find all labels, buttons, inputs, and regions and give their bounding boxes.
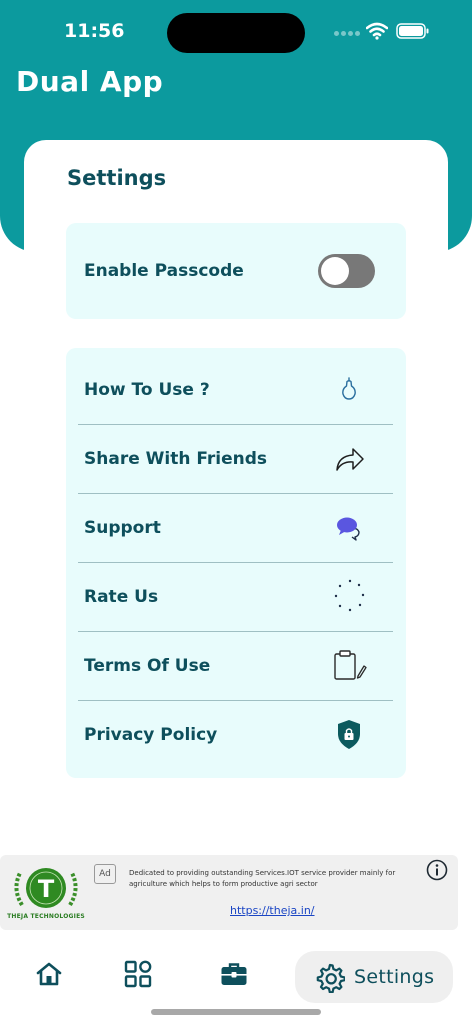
menu-item-how-to-use[interactable]: How To Use ? [78, 356, 393, 425]
gear-icon [316, 963, 345, 993]
chat-bubble-icon [337, 517, 360, 541]
toggle-knob [321, 257, 349, 285]
menu-item-label: Terms Of Use [84, 656, 211, 676]
menu-item-support[interactable]: Support [78, 494, 393, 563]
settings-card: Settings Enable Passcode How To Use ? Sh… [24, 140, 448, 830]
loading-spinner-icon [334, 579, 365, 612]
ad-description: Dedicated to providing outstanding Servi… [129, 869, 396, 888]
menu-item-privacy-policy[interactable]: Privacy Policy [78, 701, 393, 770]
settings-menu: How To Use ? Share With Friends Support [66, 348, 406, 778]
settings-title: Settings [67, 166, 167, 190]
app-title: Dual App [16, 65, 164, 98]
ad-link[interactable]: https://theja.in/ [230, 904, 315, 917]
menu-item-label: Privacy Policy [84, 725, 218, 745]
info-icon[interactable] [426, 859, 448, 881]
briefcase-icon[interactable] [219, 959, 249, 989]
menu-item-rate-us[interactable]: Rate Us [78, 563, 393, 632]
ad-badge: Ad [94, 864, 116, 884]
home-icon[interactable] [34, 959, 64, 989]
pear-icon [342, 377, 356, 400]
menu-item-label: How To Use ? [84, 380, 210, 400]
menu-item-terms-of-use[interactable]: Terms Of Use [78, 632, 393, 701]
cellular-signal-icon [334, 31, 360, 37]
menu-item-share-with-friends[interactable]: Share With Friends [78, 425, 393, 494]
home-indicator [151, 1009, 321, 1015]
wifi-icon [366, 22, 388, 40]
nav-settings-tab[interactable]: Settings [295, 951, 453, 1003]
menu-item-label: Share With Friends [84, 449, 268, 469]
passcode-toggle[interactable] [318, 254, 375, 288]
logo-letter: T [38, 875, 55, 903]
status-bar: 11:56 [0, 0, 472, 62]
shield-lock-icon [338, 720, 360, 749]
status-time: 11:56 [64, 20, 125, 42]
clipboard-pen-icon [334, 650, 367, 680]
menu-item-label: Support [84, 518, 161, 538]
bottom-navigation: Settings [0, 945, 472, 1007]
battery-icon [396, 23, 429, 39]
passcode-label: Enable Passcode [84, 261, 244, 281]
share-arrow-icon [336, 448, 364, 471]
ad-brand: THEJA TECHNOLOGIES [7, 913, 85, 920]
dynamic-island [167, 13, 305, 53]
ad-banner[interactable]: T THEJA TECHNOLOGIES Ad Dedicated to pro… [0, 855, 458, 930]
nav-settings-label: Settings [354, 966, 435, 988]
menu-item-label: Rate Us [84, 587, 159, 607]
grid-icon[interactable] [123, 959, 153, 989]
passcode-panel: Enable Passcode [66, 223, 406, 319]
